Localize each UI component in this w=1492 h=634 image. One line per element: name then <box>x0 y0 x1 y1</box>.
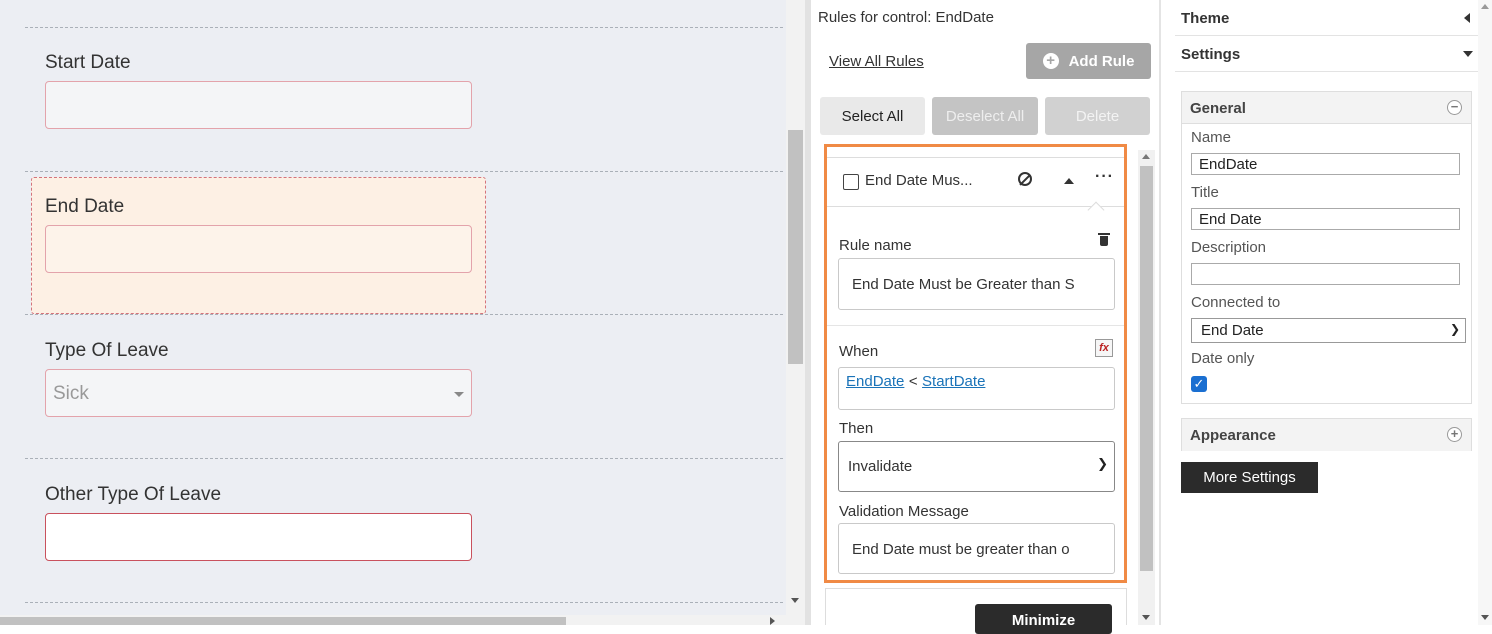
form-canvas: Start Date End Date Type Of Leave Sick O… <box>0 0 786 625</box>
condition-operator: < <box>908 373 918 390</box>
rule-name-label: Rule name <box>839 237 912 254</box>
scrollbar-thumb[interactable] <box>788 130 803 364</box>
chevron-down-icon: ❯ <box>1449 322 1460 336</box>
rule-name-input[interactable]: End Date Must be Greater than S <box>838 258 1115 310</box>
description-label: Description <box>1191 239 1267 256</box>
field-divider <box>25 314 783 315</box>
view-all-rules-link[interactable]: View All Rules <box>829 53 924 70</box>
scroll-up-arrow-icon[interactable] <box>1481 4 1489 9</box>
description-input[interactable] <box>1191 263 1460 285</box>
rules-panel: Rules for control: EndDate View All Rule… <box>811 0 1161 634</box>
more-settings-button[interactable]: More Settings <box>1181 462 1318 493</box>
delete-button[interactable]: Delete <box>1045 97 1150 135</box>
then-action-select[interactable]: Invalidate ❯ <box>838 441 1115 492</box>
type-of-leave-select[interactable]: Sick <box>45 369 472 417</box>
minimize-button[interactable]: Minimize <box>975 604 1112 634</box>
rule-card: End Date Mus... ··· Rule name End Date M… <box>824 144 1127 583</box>
condition-left-operand-link[interactable]: EndDate <box>846 373 904 390</box>
collapse-minus-icon[interactable]: − <box>1447 100 1462 115</box>
end-date-input[interactable] <box>45 225 472 273</box>
field-divider <box>25 27 783 28</box>
end-date-label: End Date <box>45 196 125 217</box>
rules-title: Rules for control: EndDate <box>818 9 994 26</box>
rule-name-value: End Date Must be Greater than S <box>852 276 1075 293</box>
canvas-vertical-scrollbar[interactable] <box>786 0 805 625</box>
settings-accordion[interactable]: Settings <box>1175 36 1480 72</box>
scroll-right-arrow-icon[interactable] <box>770 617 775 625</box>
deselect-all-button[interactable]: Deselect All <box>932 97 1038 135</box>
title-label: Title <box>1191 184 1219 201</box>
appearance-group: Appearance + <box>1181 418 1472 451</box>
general-label: General <box>1190 100 1246 117</box>
canvas-horizontal-scrollbar[interactable] <box>0 615 786 625</box>
appearance-group-header[interactable]: Appearance + <box>1182 419 1471 451</box>
select-all-button[interactable]: Select All <box>820 97 925 135</box>
when-condition-box[interactable]: EndDate < StartDate <box>838 367 1115 410</box>
other-type-of-leave-label: Other Type Of Leave <box>45 484 222 505</box>
date-only-checkbox[interactable]: ✓ <box>1191 376 1207 392</box>
disable-rule-icon[interactable] <box>1018 172 1032 186</box>
then-action-value: Invalidate <box>848 458 913 475</box>
caret-down-icon <box>454 392 464 397</box>
chevron-down-icon: ❯ <box>1097 456 1108 471</box>
scroll-down-arrow-icon[interactable] <box>791 598 799 603</box>
validation-message-label: Validation Message <box>839 503 969 520</box>
field-divider <box>25 602 783 603</box>
appearance-label: Appearance <box>1190 427 1276 444</box>
scroll-down-arrow-icon[interactable] <box>1142 615 1150 620</box>
start-date-label: Start Date <box>45 52 131 73</box>
caret-down-icon <box>1463 51 1473 57</box>
collapse-up-icon[interactable] <box>1064 178 1074 184</box>
when-label: When <box>839 343 879 360</box>
trash-icon[interactable] <box>1098 233 1110 247</box>
function-editor-icon[interactable]: fx <box>1095 339 1113 357</box>
plus-circle-icon: + <box>1042 53 1059 69</box>
properties-panel: Theme Settings General − Name EndDate Ti… <box>1161 0 1492 625</box>
add-rule-label: Add Rule <box>1068 52 1135 70</box>
connected-to-value: End Date <box>1201 322 1264 339</box>
type-of-leave-label: Type Of Leave <box>45 340 169 361</box>
validation-message-input[interactable]: End Date must be greater than o <box>838 523 1115 574</box>
scroll-down-arrow-icon[interactable] <box>1481 615 1489 620</box>
add-rule-button[interactable]: + Add Rule <box>1026 43 1151 79</box>
start-date-input[interactable] <box>45 81 472 129</box>
more-options-icon[interactable]: ··· <box>1095 168 1114 186</box>
rule-header-name: End Date Mus... <box>865 172 973 189</box>
name-label: Name <box>1191 129 1232 146</box>
rule-select-checkbox[interactable] <box>843 174 859 190</box>
date-only-label: Date only <box>1191 350 1255 367</box>
validation-message-value: End Date must be greater than o <box>852 541 1070 558</box>
field-divider <box>25 171 783 172</box>
other-type-of-leave-input[interactable] <box>45 513 472 561</box>
scroll-up-arrow-icon[interactable] <box>1142 154 1150 159</box>
type-of-leave-value: Sick <box>53 383 89 404</box>
rule-header[interactable]: End Date Mus... ··· <box>827 157 1124 207</box>
scrollbar-thumb[interactable] <box>0 617 566 625</box>
scrollbar-thumb[interactable] <box>1140 166 1153 571</box>
rules-scrollbar[interactable] <box>1138 150 1155 625</box>
field-divider <box>25 458 783 459</box>
expand-plus-icon[interactable]: + <box>1447 427 1462 442</box>
title-input[interactable]: End Date <box>1191 208 1460 230</box>
properties-scrollbar[interactable] <box>1478 0 1492 625</box>
theme-accordion[interactable]: Theme <box>1175 0 1480 36</box>
connected-to-select[interactable]: End Date ❯ <box>1191 318 1466 343</box>
general-group-header[interactable]: General − <box>1182 92 1471 124</box>
condition-right-operand-link[interactable]: StartDate <box>922 373 985 390</box>
then-label: Then <box>839 420 874 437</box>
theme-label: Theme <box>1181 10 1230 27</box>
name-input[interactable]: EndDate <box>1191 153 1460 175</box>
caret-left-icon <box>1464 13 1470 23</box>
connected-to-label: Connected to <box>1191 294 1281 311</box>
settings-label: Settings <box>1181 46 1241 63</box>
section-divider <box>827 325 1124 326</box>
